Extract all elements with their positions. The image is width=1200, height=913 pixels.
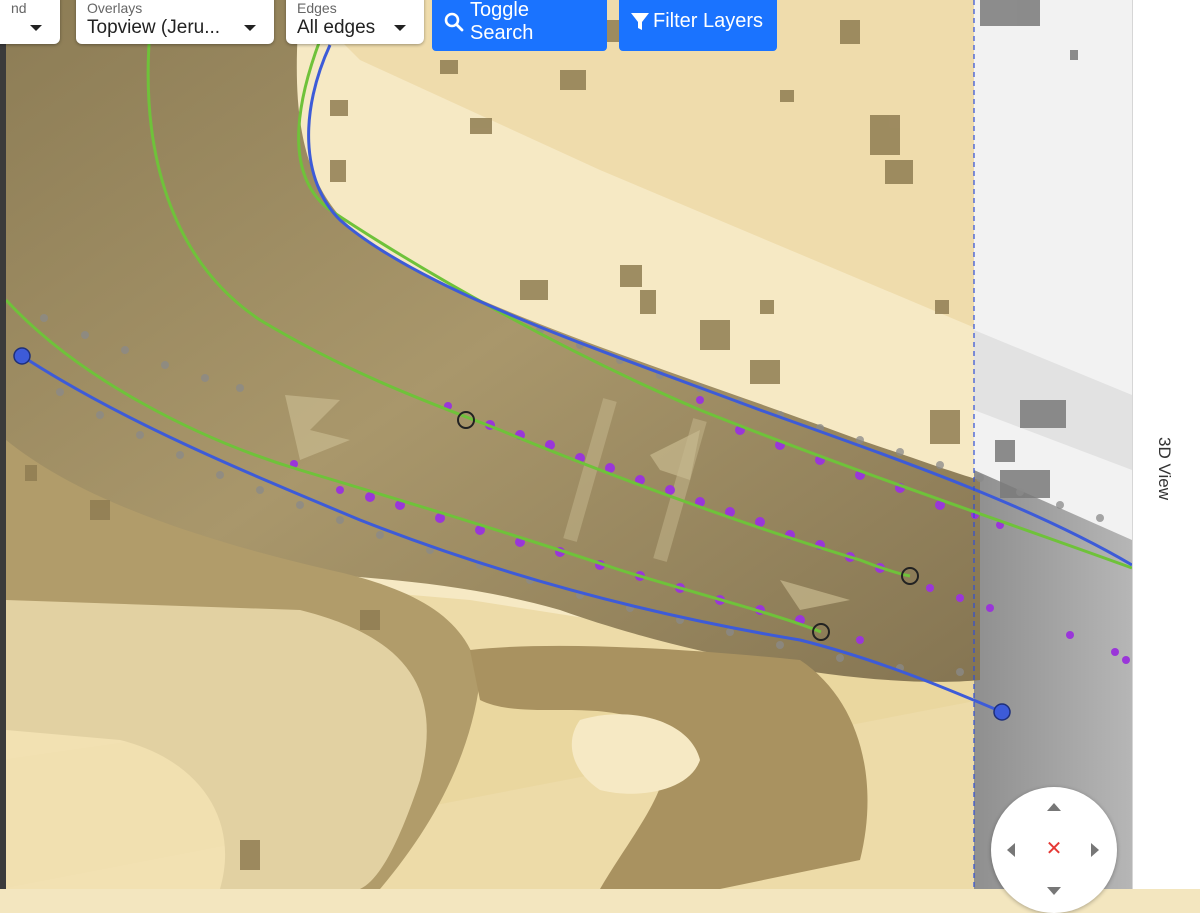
dropdown-partial[interactable]: nd [0,0,60,44]
chevron-down-icon [30,25,42,31]
overlays-dropdown-value: Topview (Jeru... [87,17,221,38]
left-edge-bar [0,0,6,889]
toggle-search-label: Toggle Search [470,0,534,44]
map-canvas[interactable] [0,0,1200,889]
search-icon [444,12,464,32]
lane-endpoint-marker[interactable] [13,347,31,365]
dropdown-label: nd [11,0,27,16]
chevron-down-icon [394,25,406,31]
navigation-control[interactable]: ✕ [991,787,1117,913]
pan-right-icon[interactable] [1091,843,1099,857]
filter-icon [631,12,649,32]
pan-up-icon[interactable] [1047,803,1061,811]
filter-layers-button[interactable]: Filter Layers [619,0,777,51]
side-panel-label-3d-view[interactable]: 3D View [1154,437,1174,500]
overlays-dropdown-label: Overlays [87,0,143,16]
pan-left-icon[interactable] [1007,843,1015,857]
pan-down-icon[interactable] [1047,887,1061,895]
toggle-search-button[interactable]: Toggle Search [432,0,607,51]
chevron-down-icon [244,25,256,31]
filter-layers-label: Filter Layers [653,10,764,32]
reset-view-icon[interactable]: ✕ [1043,837,1065,859]
lane-endpoint-marker[interactable] [993,703,1011,721]
inner-sand [6,600,427,889]
edges-dropdown-label: Edges [297,0,337,16]
edges-dropdown[interactable]: Edges All edges [286,0,424,44]
overlays-dropdown[interactable]: Overlays Topview (Jeru... [76,0,274,44]
